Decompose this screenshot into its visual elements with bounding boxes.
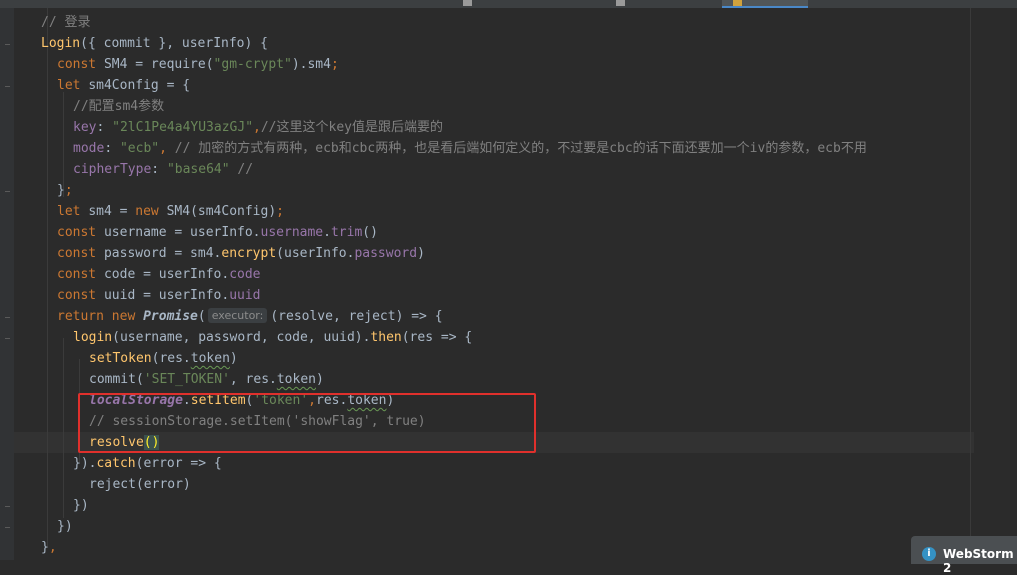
file-icon [463,0,472,6]
parameter-hint: executor: [207,308,268,323]
code-line: const password = sm4.encrypt(userInfo.pa… [57,246,425,261]
code-line: cipherType: "base64" // [73,162,254,177]
code-line: }) [57,519,73,534]
notification-text: WebStorm 2 [943,547,1014,575]
editor-scrollbar[interactable] [985,8,1017,560]
fold-marker-icon[interactable] [5,44,10,45]
right-margin-guide [970,8,971,560]
comment-token: //配置sm4参数 [73,99,165,114]
code-line: }, [41,540,57,555]
indent-guide [47,8,48,548]
fold-marker-icon[interactable] [5,317,10,318]
code-line: setToken(res.token) [89,351,238,366]
comment-token: // 登录 [41,15,91,30]
code-line: commit('SET_TOKEN', res.token) [89,372,324,387]
code-line: }; [57,183,73,198]
indent-guide [63,338,64,518]
info-icon: i [922,547,936,561]
fold-marker-icon[interactable] [5,506,10,507]
code-line: const uuid = userInfo.uuid [57,288,261,303]
code-line: const username = userInfo.username.trim(… [57,225,378,240]
file-icon [616,0,625,6]
code-line: login(username, password, code, uuid).th… [73,330,473,345]
code-editor[interactable]: // 登录 Login({ commit }, userInfo) { cons… [14,8,974,560]
fold-marker-icon[interactable] [5,527,10,528]
code-line: mode: "ecb", // 加密的方式有两种，ecb和cbc两种，也是看后端… [73,141,867,156]
editor-gutter[interactable] [0,8,14,560]
code-line: }).catch(error => { [73,456,222,471]
code-line: //配置sm4参数 [73,96,164,117]
js-file-icon [733,0,742,6]
code-line: let sm4 = new SM4(sm4Config); [57,204,284,219]
code-line: return new Promise(executor: (resolve, re… [57,308,443,324]
code-line: Login({ commit }, userInfo) { [41,36,268,51]
highlight-annotation-box [78,393,536,453]
editor-tab-bar [0,0,1017,8]
code-line: const code = userInfo.code [57,267,261,282]
fold-marker-icon[interactable] [5,338,10,339]
code-line: // 登录 [41,12,90,33]
code-line: key: "2lC1Pe4a4YU3azGJ",//这里这个key值是跟后端要的 [73,120,443,135]
code-line: }) [73,498,89,513]
code-line: let sm4Config = { [57,78,191,93]
fold-marker-icon[interactable] [5,86,10,87]
code-line: const SM4 = require("gm-crypt").sm4; [57,57,339,72]
fold-marker-icon[interactable] [5,191,10,192]
code-line: reject(error) [89,477,191,492]
